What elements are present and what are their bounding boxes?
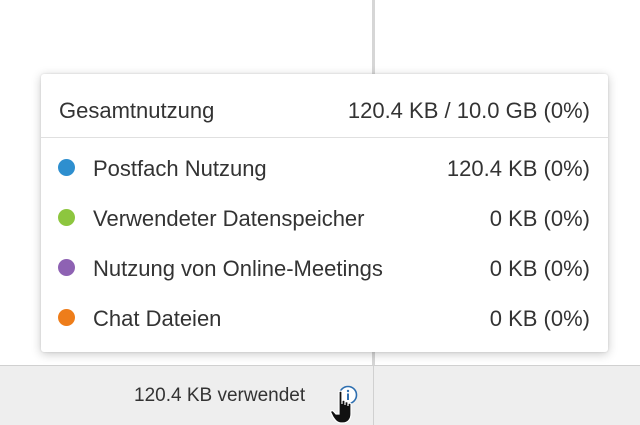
- usage-row-label: Verwendeter Datenspeicher: [93, 206, 365, 231]
- storage-usage-label: 120.4 KB verwendet: [134, 385, 306, 406]
- usage-row-value: 120.4 KB (0%): [446, 156, 590, 181]
- storage-footer-bar: 120.4 KB verwendet: [0, 365, 640, 425]
- popover-header: Gesamtnutzung 120.4 KB / 10.0 GB (0%): [41, 74, 608, 138]
- chat-files-color-dot: [58, 309, 75, 326]
- usage-row-label: Chat Dateien: [93, 306, 222, 331]
- total-usage-value: 120.4 KB / 10.0 GB (0%): [347, 98, 590, 123]
- storage-page: 120.4 KB verwendet Gesamtnutzung 120.4 K…: [0, 0, 640, 425]
- usage-row-chat-files: Chat Dateien 0 KB (0%): [41, 297, 608, 337]
- total-usage-label: Gesamtnutzung: [59, 98, 215, 123]
- hand-cursor-icon: [330, 390, 360, 425]
- usage-row-value: 0 KB (0%): [489, 206, 590, 231]
- usage-row-meetings: Nutzung von Online-Meetings 0 KB (0%): [41, 247, 608, 287]
- usage-row-label: Nutzung von Online-Meetings: [93, 256, 383, 281]
- mailbox-color-dot: [58, 159, 75, 176]
- usage-row-value: 0 KB (0%): [489, 306, 590, 331]
- usage-row-value: 0 KB (0%): [489, 256, 590, 281]
- meetings-color-dot: [58, 259, 75, 276]
- usage-row-storage: Verwendeter Datenspeicher 0 KB (0%): [41, 197, 608, 237]
- usage-row-label: Postfach Nutzung: [93, 156, 267, 181]
- usage-row-mailbox: Postfach Nutzung 120.4 KB (0%): [41, 147, 608, 187]
- footer-separator: [373, 366, 374, 425]
- storage-usage-popover: Gesamtnutzung 120.4 KB / 10.0 GB (0%) Po…: [41, 74, 608, 352]
- storage-color-dot: [58, 209, 75, 226]
